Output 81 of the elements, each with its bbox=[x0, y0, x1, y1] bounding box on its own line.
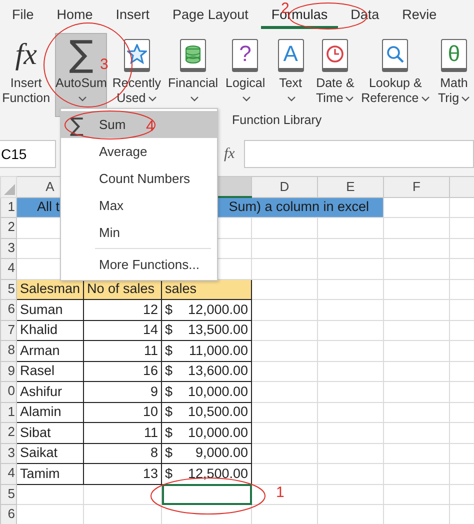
table-cell: 14 bbox=[84, 320, 162, 340]
column-header[interactable]: F bbox=[384, 176, 450, 197]
header-cell: Salesman bbox=[16, 279, 84, 300]
table-cell: 9 bbox=[84, 382, 162, 402]
sigma-icon: ∑ bbox=[69, 34, 94, 76]
table-cell: Arman bbox=[16, 340, 84, 361]
group-label: Function Library bbox=[232, 112, 322, 129]
table-cell: 8 bbox=[84, 443, 162, 464]
clock-book-icon bbox=[322, 38, 348, 72]
column-header[interactable]: D bbox=[252, 176, 318, 197]
magnifier-book-icon bbox=[382, 38, 408, 72]
ribbon-tab[interactable]: Page Layout bbox=[162, 2, 258, 30]
table-cell: Saikat bbox=[16, 443, 84, 464]
table-cell: Sibat bbox=[16, 422, 84, 443]
menu-item[interactable]: More Functions... bbox=[61, 251, 217, 278]
table-cell: Khalid bbox=[16, 320, 84, 340]
menu-item[interactable]: Average bbox=[61, 138, 217, 165]
ribbon-button[interactable]: Lookup & Reference bbox=[360, 33, 431, 109]
ribbon-button[interactable]: Financial bbox=[166, 33, 220, 109]
table-cell: 11 bbox=[84, 340, 162, 361]
row-number[interactable]: 5 bbox=[0, 279, 16, 300]
ribbon-tab[interactable]: Revie bbox=[392, 2, 447, 30]
table-cell: $ 12,000.00 bbox=[162, 300, 252, 320]
column-header[interactable]: E bbox=[318, 176, 384, 197]
row-number[interactable]: 1 bbox=[0, 197, 16, 218]
ribbon-button[interactable]: θ Math Trig bbox=[434, 33, 474, 109]
table-cell: 10 bbox=[84, 402, 162, 422]
database-book-icon bbox=[180, 38, 206, 72]
selected-cell[interactable] bbox=[162, 484, 252, 504]
table-cell: $ 13,500.00 bbox=[162, 320, 252, 340]
formula-input[interactable] bbox=[244, 140, 474, 168]
table-cell: 13 bbox=[84, 464, 162, 484]
function-icon: fx bbox=[15, 40, 37, 70]
row-number[interactable]: 7 bbox=[0, 320, 16, 340]
question-book-icon: ? bbox=[232, 38, 258, 72]
row-number[interactable]: 0 bbox=[0, 382, 16, 402]
ribbon-button[interactable]: ? Logical bbox=[223, 33, 268, 109]
table-cell: Alamin bbox=[16, 402, 84, 422]
table-cell: $ 11,000.00 bbox=[162, 340, 252, 361]
table-cell: $ 13,600.00 bbox=[162, 361, 252, 382]
table-cell: Suman bbox=[16, 300, 84, 320]
row-number[interactable]: 4 bbox=[0, 464, 16, 484]
table-cell: $ 10,500.00 bbox=[162, 402, 252, 422]
row-number[interactable]: 2 bbox=[0, 218, 16, 238]
ribbon-button[interactable]: fx Insert Function bbox=[0, 33, 52, 109]
annotation-number: 1 bbox=[276, 485, 284, 500]
table-cell: Ashifur bbox=[16, 382, 84, 402]
row-number[interactable]: 2 bbox=[0, 422, 16, 443]
table-cell: 12 bbox=[84, 300, 162, 320]
ribbon-tab[interactable]: File bbox=[2, 2, 44, 30]
menu-item[interactable]: Min bbox=[61, 219, 217, 246]
row-number[interactable]: 6 bbox=[0, 300, 16, 320]
row-number[interactable]: 6 bbox=[0, 504, 16, 524]
table-cell: $ 9,000.00 bbox=[162, 443, 252, 464]
table-cell: 11 bbox=[84, 422, 162, 443]
annotation-number: 4 bbox=[146, 119, 154, 134]
theta-book-icon: θ bbox=[441, 38, 467, 72]
table-cell: $ 10,000.00 bbox=[162, 422, 252, 443]
annotation-number: 3 bbox=[100, 57, 108, 72]
letter-book-icon: A bbox=[278, 38, 304, 72]
ribbon-tab[interactable]: Insert bbox=[106, 2, 160, 30]
name-box[interactable]: C15 bbox=[0, 140, 56, 168]
row-number[interactable]: 8 bbox=[0, 340, 16, 361]
title-text: All t bbox=[37, 199, 60, 216]
table-cell: 16 bbox=[84, 361, 162, 382]
row-number[interactable]: 5 bbox=[0, 484, 16, 504]
ribbon-tab[interactable]: Home bbox=[46, 2, 103, 30]
table-cell: Tamim bbox=[16, 464, 84, 484]
star-book-icon bbox=[124, 38, 150, 72]
row-number[interactable]: 9 bbox=[0, 361, 16, 382]
row-number[interactable]: 3 bbox=[0, 238, 16, 258]
table-cell: $ 10,000.00 bbox=[162, 382, 252, 402]
ribbon-button[interactable]: A Text bbox=[270, 33, 311, 109]
ribbon-button[interactable]: Date & Time bbox=[314, 33, 357, 109]
header-cell: sales bbox=[162, 279, 252, 300]
row-number[interactable]: 4 bbox=[0, 258, 16, 279]
row-number[interactable]: 3 bbox=[0, 443, 16, 464]
title-text: Sum) a column in excel bbox=[228, 199, 369, 216]
row-number[interactable]: 1 bbox=[0, 402, 16, 422]
function-icon[interactable]: fx bbox=[224, 142, 242, 166]
table-cell: Rasel bbox=[16, 361, 84, 382]
